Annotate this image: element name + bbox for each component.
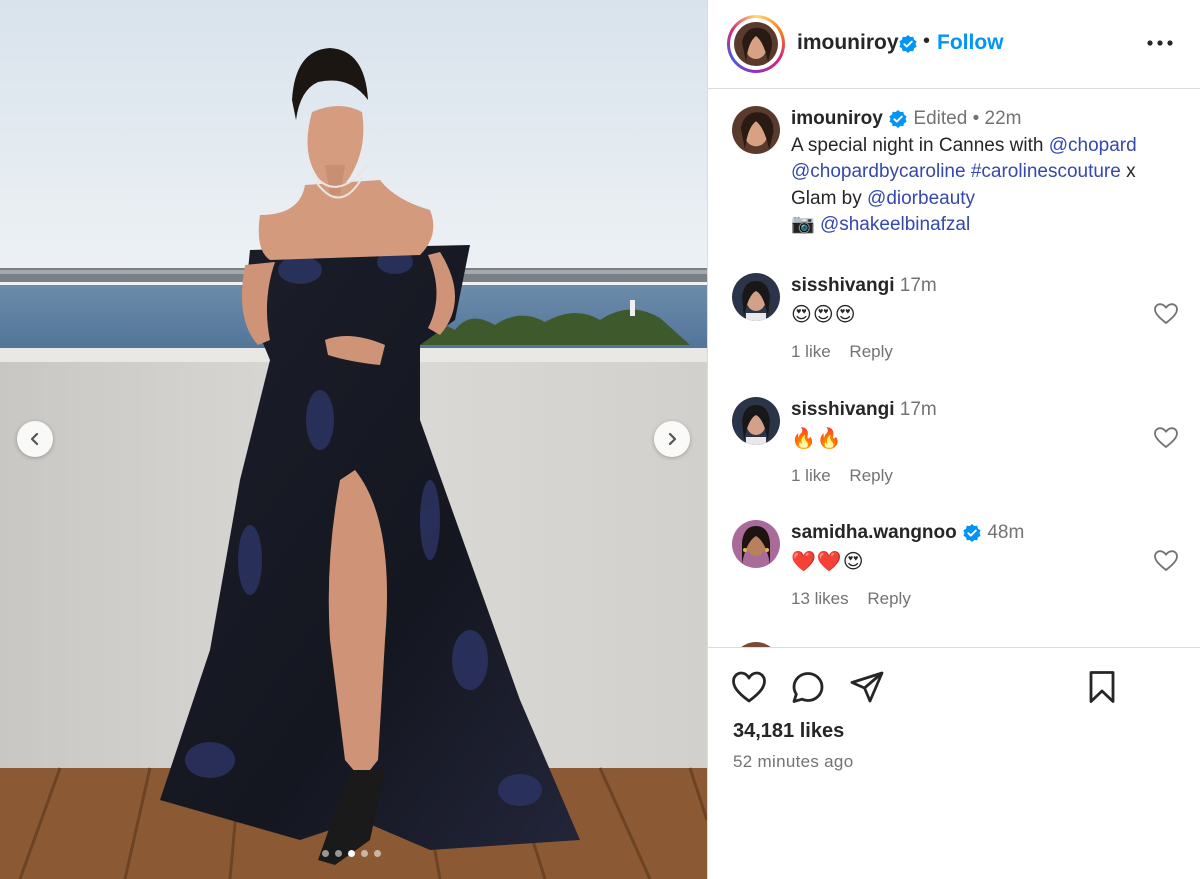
chevron-right-icon: [668, 432, 677, 446]
reply-button[interactable]: Reply: [849, 466, 892, 485]
caption-avatar[interactable]: [732, 106, 780, 154]
reply-button[interactable]: Reply: [867, 589, 910, 608]
avatar-image: [732, 273, 780, 321]
comment-item: sisshivangi 17m 😍😍😍 1 like Reply: [708, 273, 1200, 383]
avatar-image: [734, 22, 778, 66]
post-author-username[interactable]: imouniroy: [797, 31, 899, 55]
carousel-next-button[interactable]: [654, 421, 690, 457]
post-caption: imouniroy Edited • 22m A special night i…: [791, 106, 1186, 239]
verified-badge-icon: [899, 35, 917, 53]
comment-time[interactable]: 17m: [900, 275, 937, 296]
bookmark-icon[interactable]: [1083, 668, 1121, 706]
avatar-image: [732, 397, 780, 445]
heart-icon[interactable]: [1153, 426, 1179, 450]
chevron-left-icon: [30, 432, 39, 446]
comment-avatar[interactable]: [732, 273, 780, 321]
more-horizontal-icon[interactable]: [1145, 30, 1175, 56]
mention-link[interactable]: @chopard: [1049, 135, 1137, 156]
post-timestamp[interactable]: 52 minutes ago: [733, 752, 853, 772]
carousel-indicator: [322, 850, 381, 857]
comment-username[interactable]: sisshivangi: [791, 399, 895, 420]
post-media[interactable]: [0, 0, 707, 879]
carousel-dot: [348, 850, 355, 857]
mention-link[interactable]: @chopardbycaroline: [791, 161, 966, 182]
caption-text: x: [1120, 161, 1136, 182]
caption-text: A special night in Cannes with: [791, 134, 1049, 156]
reply-button[interactable]: Reply: [849, 342, 892, 361]
comment-username[interactable]: samidha.wangnoo: [791, 522, 957, 543]
caption-username[interactable]: imouniroy: [791, 108, 883, 129]
comment-text: 😍😍😍: [791, 304, 857, 326]
carousel-dot: [322, 850, 329, 857]
likes-count[interactable]: 34,181 likes: [733, 720, 844, 743]
comment-likes[interactable]: 1 like: [791, 342, 831, 361]
heart-icon[interactable]: [730, 668, 768, 706]
comment-likes[interactable]: 13 likes: [791, 589, 849, 608]
verified-badge-icon: [963, 523, 981, 542]
avatar-image: [732, 106, 780, 154]
heart-icon[interactable]: [1153, 302, 1179, 326]
carousel-dot: [335, 850, 342, 857]
carousel-prev-button[interactable]: [17, 421, 53, 457]
comment-username[interactable]: sisshivangi: [791, 275, 895, 296]
comment-avatar[interactable]: [732, 520, 780, 568]
caption-dot: •: [972, 108, 980, 129]
comment-time[interactable]: 17m: [900, 399, 937, 420]
carousel-dot: [361, 850, 368, 857]
comment-likes[interactable]: 1 like: [791, 466, 831, 485]
camera-emoji: 📷: [791, 214, 815, 235]
avatar-image: [732, 520, 780, 568]
comment-item: samidha.wangnoo 48m ❤️❤️😍 13 likes Reply: [708, 520, 1200, 630]
post-details-panel: imouniroy • Follow imouniroy Edited • 22…: [707, 0, 1200, 879]
story-ring[interactable]: [727, 15, 785, 73]
caption-time[interactable]: 22m: [985, 108, 1022, 129]
hashtag-link[interactable]: #carolinescouture: [971, 161, 1121, 182]
caption-text: Glam by: [791, 187, 868, 209]
comment-item: sisshivangi 17m 🔥🔥 1 like Reply: [708, 397, 1200, 507]
post-photo: [0, 0, 707, 879]
carousel-dot: [374, 850, 381, 857]
comment-text: ❤️❤️😍: [791, 551, 865, 573]
verified-badge-icon: [889, 109, 907, 128]
edited-label: Edited: [913, 108, 968, 129]
header-separator: •: [923, 30, 931, 52]
comments-section[interactable]: imouniroy Edited • 22m A special night i…: [708, 90, 1200, 647]
follow-button[interactable]: Follow: [937, 31, 1004, 55]
mention-link[interactable]: @diorbeauty: [867, 188, 975, 209]
post-actions: 34,181 likes 52 minutes ago: [708, 647, 1200, 879]
comment-text: 🔥🔥: [791, 428, 843, 450]
mention-link[interactable]: @shakeelbinafzal: [820, 214, 970, 235]
post-header: imouniroy • Follow: [708, 0, 1200, 89]
comment-time[interactable]: 48m: [987, 522, 1024, 543]
comment-avatar[interactable]: [732, 397, 780, 445]
heart-icon[interactable]: [1153, 549, 1179, 573]
paper-plane-icon[interactable]: [848, 668, 886, 706]
comment-icon[interactable]: [789, 668, 827, 706]
avatar[interactable]: [734, 22, 778, 66]
